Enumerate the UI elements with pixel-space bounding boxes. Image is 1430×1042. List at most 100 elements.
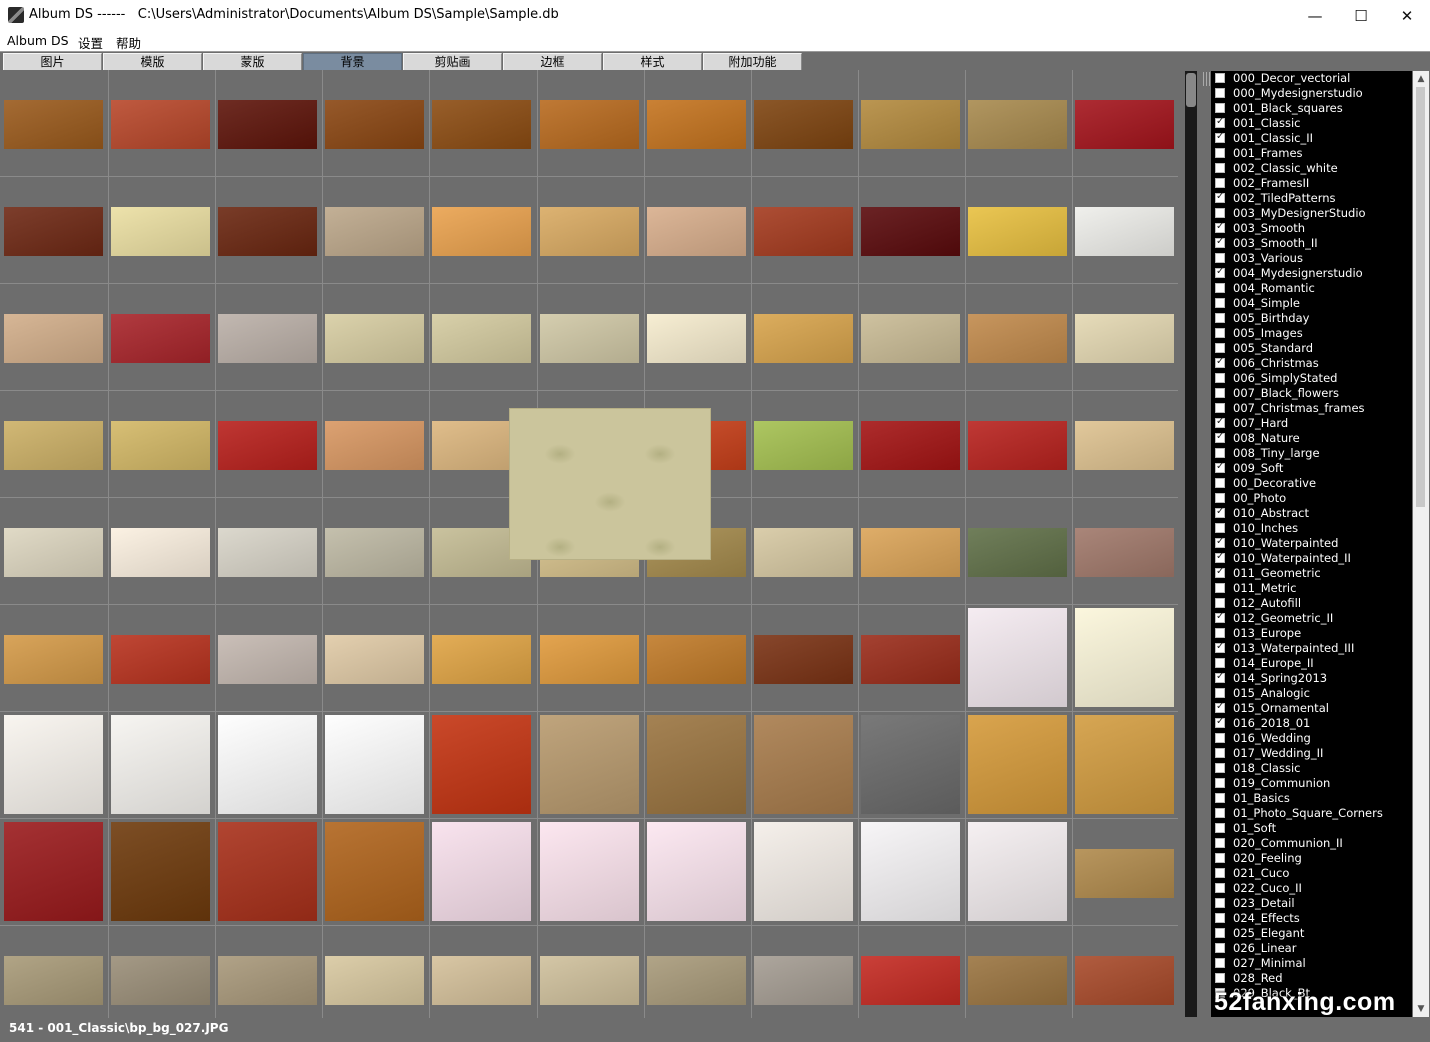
- collection-item[interactable]: 001_Classic_II: [1211, 131, 1412, 146]
- background-thumbnail[interactable]: [4, 635, 103, 684]
- background-thumbnail[interactable]: [540, 100, 639, 149]
- background-thumbnail[interactable]: [218, 635, 317, 684]
- collection-item[interactable]: 002_TiledPatterns: [1211, 191, 1412, 206]
- collection-item[interactable]: 014_Europe_II: [1211, 656, 1412, 671]
- collection-item[interactable]: 013_Europe: [1211, 626, 1412, 641]
- background-thumbnail[interactable]: [325, 635, 424, 684]
- background-thumbnail[interactable]: [4, 314, 103, 363]
- background-thumbnail[interactable]: [968, 822, 1067, 921]
- background-thumbnail[interactable]: [111, 421, 210, 470]
- background-thumbnail[interactable]: [540, 715, 639, 814]
- collection-item[interactable]: 022_Cuco_II: [1211, 881, 1412, 896]
- collection-item[interactable]: 025_Elegant: [1211, 926, 1412, 941]
- background-thumbnail[interactable]: [1075, 528, 1174, 577]
- background-thumbnail[interactable]: [218, 314, 317, 363]
- background-thumbnail[interactable]: [754, 207, 853, 256]
- collection-item[interactable]: 011_Geometric: [1211, 566, 1412, 581]
- collection-item[interactable]: 007_Christmas_frames: [1211, 401, 1412, 416]
- collection-checkbox[interactable]: [1215, 131, 1225, 143]
- background-thumbnail[interactable]: [218, 822, 317, 921]
- collection-checkbox[interactable]: [1215, 583, 1225, 593]
- grid-scrollbar[interactable]: [1185, 71, 1197, 1017]
- collection-item[interactable]: 003_Various: [1211, 251, 1412, 266]
- background-thumbnail[interactable]: [432, 715, 531, 814]
- scroll-up-arrow-icon[interactable]: ▲: [1413, 71, 1429, 87]
- collection-checkbox[interactable]: [1215, 448, 1225, 458]
- collection-item[interactable]: 015_Analogic: [1211, 686, 1412, 701]
- background-thumbnail[interactable]: [325, 207, 424, 256]
- collection-item[interactable]: 013_Waterpainted_III: [1211, 641, 1412, 656]
- background-thumbnail[interactable]: [432, 100, 531, 149]
- collection-item[interactable]: 007_Black_flowers: [1211, 386, 1412, 401]
- collection-item[interactable]: 005_Images: [1211, 326, 1412, 341]
- background-thumbnail[interactable]: [325, 100, 424, 149]
- background-thumbnail[interactable]: [540, 822, 639, 921]
- tab-7[interactable]: 样式: [603, 53, 702, 71]
- collection-checkbox[interactable]: [1215, 536, 1225, 548]
- collection-checkbox[interactable]: [1215, 566, 1225, 578]
- background-thumbnail[interactable]: [432, 207, 531, 256]
- collection-checkbox[interactable]: [1215, 973, 1225, 983]
- background-thumbnail[interactable]: [432, 314, 531, 363]
- collection-checkbox[interactable]: [1215, 748, 1225, 758]
- background-thumbnail[interactable]: [325, 715, 424, 814]
- collection-checkbox[interactable]: [1215, 733, 1225, 743]
- menu-help[interactable]: 帮助: [116, 33, 141, 52]
- collection-checkbox[interactable]: [1215, 688, 1225, 698]
- background-thumbnail[interactable]: [111, 528, 210, 577]
- background-thumbnail[interactable]: [647, 207, 746, 256]
- collection-item[interactable]: 010_Abstract: [1211, 506, 1412, 521]
- tab-2[interactable]: 模版: [103, 53, 202, 71]
- list-scrollbar-thumb[interactable]: [1416, 87, 1425, 507]
- background-thumbnail[interactable]: [218, 956, 317, 1005]
- background-thumbnail[interactable]: [4, 207, 103, 256]
- collection-checkbox[interactable]: [1215, 853, 1225, 863]
- collection-checkbox[interactable]: [1215, 178, 1225, 188]
- background-thumbnail[interactable]: [861, 956, 960, 1005]
- background-thumbnail[interactable]: [1075, 207, 1174, 256]
- background-thumbnail[interactable]: [968, 421, 1067, 470]
- collection-item[interactable]: 026_Linear: [1211, 941, 1412, 956]
- tab-3[interactable]: 蒙版: [203, 53, 302, 71]
- background-thumbnail[interactable]: [4, 528, 103, 577]
- collection-item[interactable]: 015_Ornamental: [1211, 701, 1412, 716]
- background-thumbnail[interactable]: [4, 822, 103, 921]
- background-thumbnail[interactable]: [1075, 956, 1174, 1005]
- collection-item[interactable]: 003_Smooth_II: [1211, 236, 1412, 251]
- background-thumbnail[interactable]: [111, 314, 210, 363]
- background-thumbnail[interactable]: [647, 100, 746, 149]
- background-thumbnail[interactable]: [540, 956, 639, 1005]
- collection-item[interactable]: 028_Red: [1211, 971, 1412, 986]
- collection-item[interactable]: 01_Basics: [1211, 791, 1412, 806]
- background-thumbnail[interactable]: [111, 715, 210, 814]
- collection-checkbox[interactable]: [1215, 208, 1225, 218]
- collection-item[interactable]: 024_Effects: [1211, 911, 1412, 926]
- background-thumbnail[interactable]: [861, 715, 960, 814]
- collection-checkbox[interactable]: [1215, 298, 1225, 308]
- background-thumbnail[interactable]: [754, 635, 853, 684]
- collection-checkbox[interactable]: [1215, 356, 1225, 368]
- background-thumbnail[interactable]: [432, 956, 531, 1005]
- collection-item[interactable]: 018_Classic: [1211, 761, 1412, 776]
- collection-item[interactable]: 001_Frames: [1211, 146, 1412, 161]
- collection-item[interactable]: 003_MyDesignerStudio: [1211, 206, 1412, 221]
- background-thumbnail[interactable]: [540, 207, 639, 256]
- collection-item[interactable]: 021_Cuco: [1211, 866, 1412, 881]
- collection-checkbox[interactable]: [1215, 328, 1225, 338]
- background-thumbnail[interactable]: [432, 822, 531, 921]
- collection-item[interactable]: 006_Christmas: [1211, 356, 1412, 371]
- collection-checkbox[interactable]: [1215, 148, 1225, 158]
- collection-item[interactable]: 020_Communion_II: [1211, 836, 1412, 851]
- collection-checkbox[interactable]: [1215, 913, 1225, 923]
- scroll-down-arrow-icon[interactable]: ▼: [1413, 1001, 1429, 1017]
- collection-checkbox[interactable]: [1215, 808, 1225, 818]
- collection-item[interactable]: 012_Autofill: [1211, 596, 1412, 611]
- collection-item[interactable]: 004_Simple: [1211, 296, 1412, 311]
- background-thumbnail[interactable]: [754, 528, 853, 577]
- collection-item[interactable]: 000_Decor_vectorial: [1211, 71, 1412, 86]
- background-thumbnail[interactable]: [111, 822, 210, 921]
- collection-checkbox[interactable]: [1215, 283, 1225, 293]
- background-thumbnail[interactable]: [111, 635, 210, 684]
- collection-checkbox[interactable]: [1215, 671, 1225, 683]
- background-thumbnail[interactable]: [647, 635, 746, 684]
